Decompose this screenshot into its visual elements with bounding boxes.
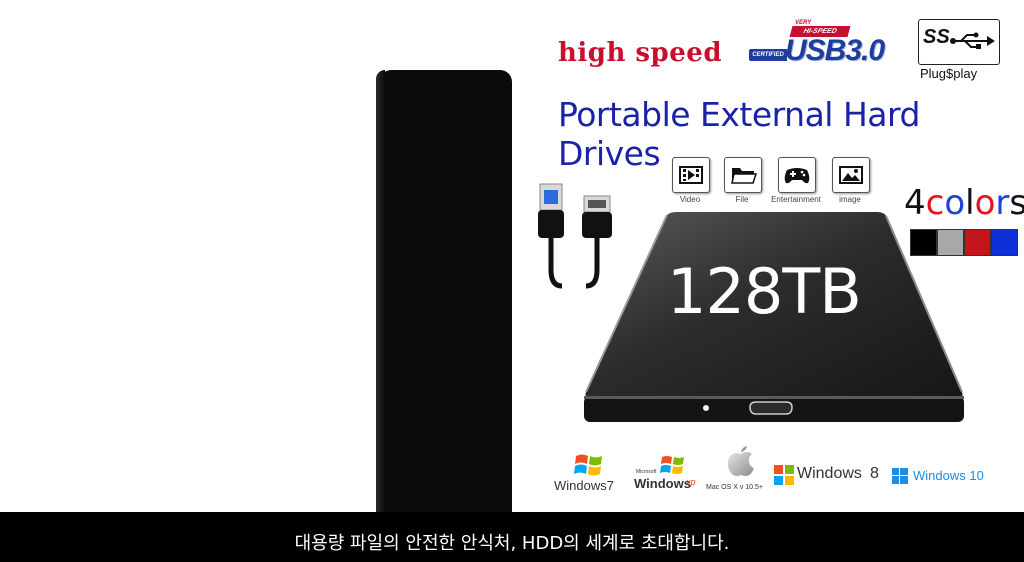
product-ad-image: high speed VERY HI-SPEED CERTIFIED USB3.… [512, 0, 1024, 512]
side-drive-image [376, 70, 512, 515]
capacity-label: 128TB [667, 255, 862, 328]
windows-xp-logo: Microsoft Windows xp [634, 452, 698, 496]
windows-7-logo: Windows7 [554, 452, 618, 496]
apple-icon [727, 446, 754, 476]
windows-8-logo: Windows 8 [774, 462, 884, 488]
windows-xp-microsoft-label: Microsoft [636, 469, 657, 475]
windows-10-label: Windows 10 [913, 468, 984, 483]
subtitle-bar: 대용량 파일의 안전한 안식처, HDD의 세계로 초대합니다. [0, 512, 1024, 562]
mac-os-label: Mac OS X v 10.5+ [706, 484, 763, 491]
windows-7-label: Windows7 [554, 478, 614, 493]
subtitle-text: 대용량 파일의 안전한 안식처, HDD의 세계로 초대합니다. [294, 533, 730, 554]
windows-8-label: Windows [797, 465, 862, 482]
windows-xp-sup: xp [686, 477, 696, 487]
windows-10-logo: Windows 10 [892, 466, 992, 488]
windows-xp-label: Windows [634, 476, 691, 491]
mac-os-logo: Mac OS X v 10.5+ [702, 444, 782, 496]
windows-8-number: 8 [870, 465, 879, 482]
